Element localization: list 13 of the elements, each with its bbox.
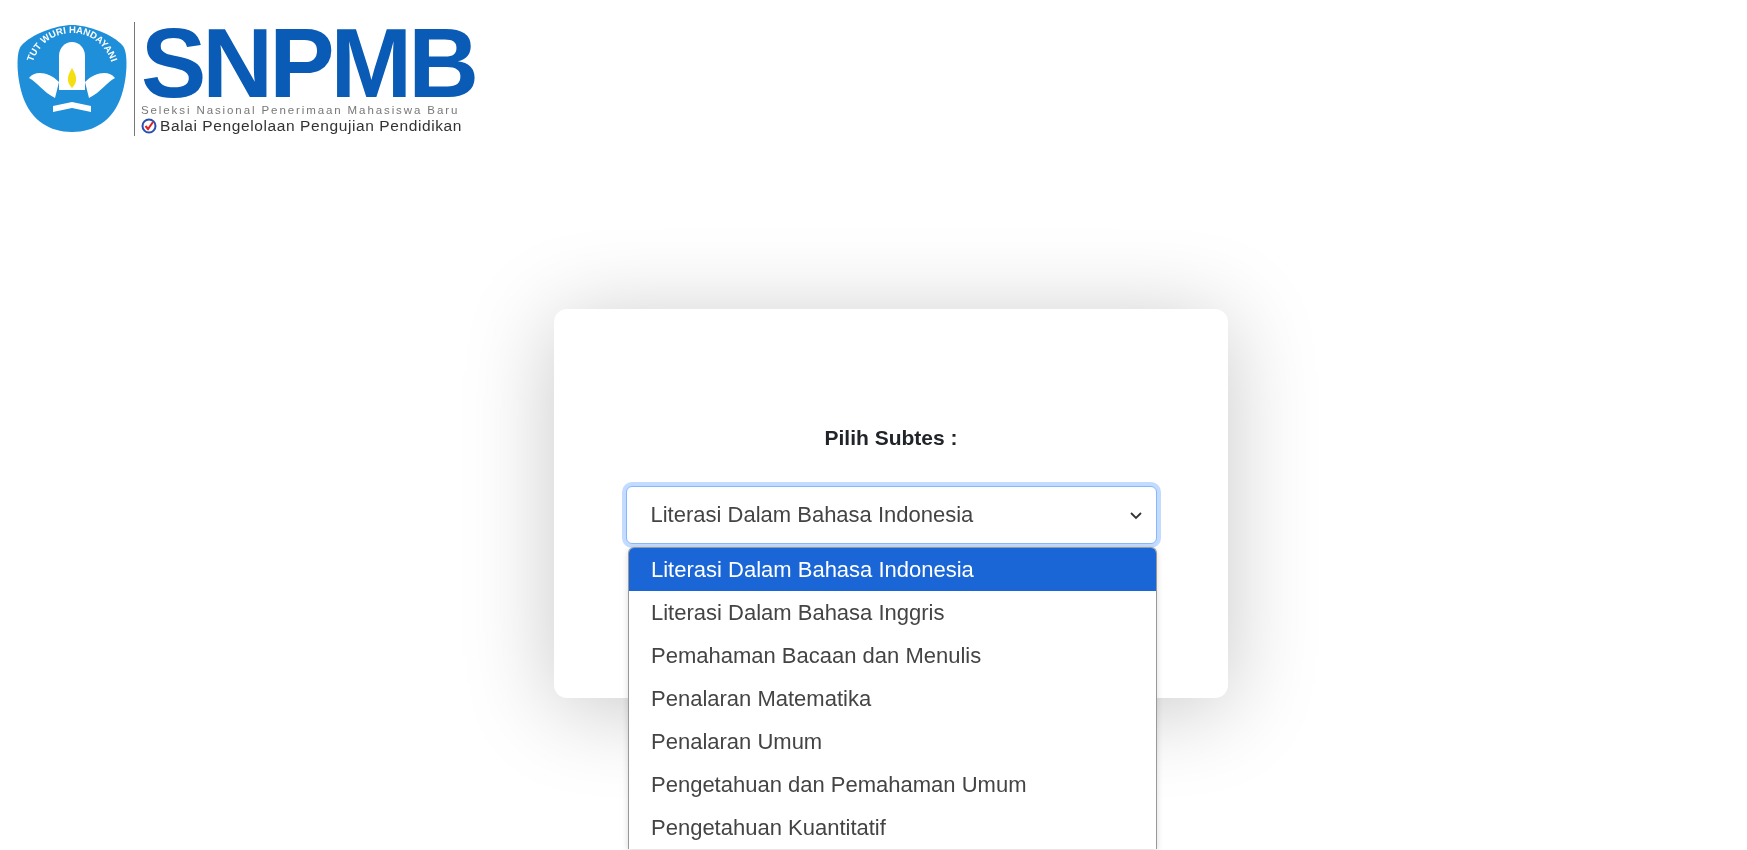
subtest-select[interactable]: Literasi Dalam Bahasa Indonesia bbox=[625, 486, 1157, 544]
dropdown-option[interactable]: Pemahaman Bacaan dan Menulis bbox=[629, 634, 1156, 677]
check-circle-icon bbox=[141, 118, 157, 134]
dropdown-option[interactable]: Literasi Dalam Bahasa Inggris bbox=[629, 591, 1156, 634]
dropdown-option[interactable]: Penalaran Umum bbox=[629, 720, 1156, 763]
logo-tagline: Seleksi Nasional Penerimaan Mahasiswa Baru bbox=[141, 104, 461, 116]
logo-agency-name: Balai Pengelolaan Pengujian Pendidikan bbox=[160, 117, 463, 135]
dropdown-option[interactable]: Literasi Dalam Bahasa Indonesia bbox=[629, 548, 1156, 591]
dropdown-option[interactable]: Pengetahuan Kuantitatif bbox=[629, 806, 1156, 849]
subtest-label: Pilih Subtes : bbox=[824, 426, 958, 450]
logo-wordmark: SNPMB bbox=[141, 24, 475, 102]
dropdown-option[interactable]: Pengetahuan dan Pemahaman Umum bbox=[629, 763, 1156, 806]
dropdown-option[interactable]: Penalaran Matematika bbox=[629, 677, 1156, 720]
